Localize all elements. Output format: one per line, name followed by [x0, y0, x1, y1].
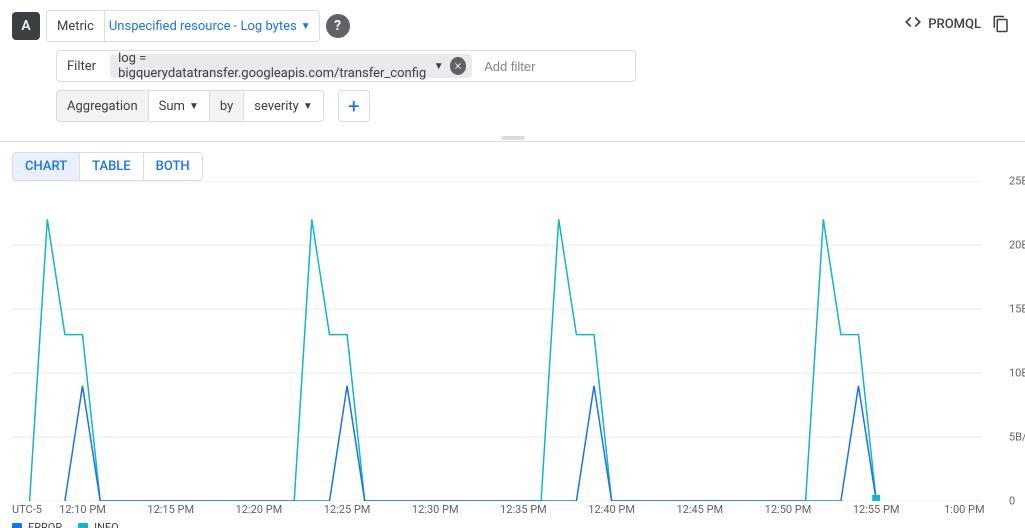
chart: 05B/s10B/s15B/s20B/s25B/s UTC-512:10 PM1… — [12, 181, 1013, 528]
y-tick: 0 — [1009, 495, 1015, 508]
x-tick: 12:45 PM — [676, 503, 723, 516]
legend-item-error[interactable]: ERROR — [12, 521, 62, 528]
view-tabs: CHART TABLE BOTH — [12, 152, 203, 181]
aggregation-selector: Aggregation Sum ▼ by severity ▼ — [56, 90, 324, 122]
x-tick: 12:20 PM — [236, 503, 283, 516]
x-tick: 12:55 PM — [853, 503, 900, 516]
aggregation-function-dropdown[interactable]: Sum ▼ — [148, 90, 209, 122]
chart-svg — [12, 181, 982, 501]
legend-label: ERROR — [28, 521, 62, 528]
filter-selector: Filter log = bigquerydatatransfer.google… — [56, 50, 636, 82]
promql-label: PROMQL — [928, 17, 981, 32]
x-tick: 12:25 PM — [324, 503, 371, 516]
promql-toggle[interactable]: PROMQL — [904, 13, 981, 35]
y-tick: 20B/s — [1009, 239, 1025, 252]
metric-value: Unspecified resource - Log bytes — [109, 19, 297, 34]
legend-swatch — [12, 523, 22, 528]
y-tick: 15B/s — [1009, 303, 1025, 316]
metric-value-dropdown[interactable]: Unspecified resource - Log bytes ▼ — [105, 11, 319, 41]
add-filter-input[interactable] — [476, 52, 668, 80]
chevron-down-icon: ▼ — [189, 101, 199, 112]
y-tick: 25B/s — [1009, 175, 1025, 188]
metric-label: Metric — [47, 19, 104, 34]
legend-swatch — [78, 523, 88, 528]
x-tick: 1:00 PM — [944, 503, 984, 516]
add-aggregation-button[interactable]: + — [338, 90, 370, 122]
filter-label: Filter — [57, 59, 106, 74]
x-tick: 12:50 PM — [765, 503, 812, 516]
legend-item-info[interactable]: INFO — [78, 521, 119, 528]
filter-chip-text: log = bigquerydatatransfer.googleapis.co… — [118, 51, 428, 81]
x-axis: UTC-5 12:10 PM 12:15 PM 12:20 PM 12:25 PM 12:… — [12, 503, 982, 523]
x-tick: 12:30 PM — [412, 503, 459, 516]
tab-chart[interactable]: CHART — [13, 153, 79, 180]
aggregation-by: by — [209, 90, 243, 122]
help-icon[interactable]: ? — [326, 14, 350, 38]
query-toolbar: PROMQL A Metric Unspecified resource - L… — [0, 0, 1025, 134]
legend: ERROR INFO — [12, 521, 119, 528]
resize-handle[interactable] — [0, 134, 1025, 141]
remove-filter-icon[interactable] — [450, 57, 466, 75]
metric-selector: Metric Unspecified resource - Log bytes … — [46, 10, 320, 42]
x-tick: 12:35 PM — [500, 503, 547, 516]
filter-chip[interactable]: log = bigquerydatatransfer.googleapis.co… — [110, 54, 472, 78]
timezone-label: UTC-5 — [12, 503, 42, 516]
aggregation-field: severity — [254, 99, 299, 114]
x-tick: 12:40 PM — [588, 503, 635, 516]
x-tick: 12:10 PM — [59, 503, 106, 516]
aggregation-function: Sum — [159, 99, 185, 114]
x-tick: 12:15 PM — [147, 503, 194, 516]
code-icon — [904, 13, 922, 35]
y-tick: 10B/s — [1009, 367, 1025, 380]
tab-both[interactable]: BOTH — [143, 153, 202, 180]
chevron-down-icon: ▼ — [434, 61, 444, 72]
copy-icon[interactable] — [989, 12, 1013, 36]
query-letter-chip[interactable]: A — [12, 12, 40, 40]
chevron-down-icon: ▼ — [303, 101, 313, 112]
y-tick: 5B/s — [1009, 431, 1025, 444]
divider — [0, 141, 1025, 142]
aggregation-field-dropdown[interactable]: severity ▼ — [243, 90, 324, 122]
y-axis: 05B/s10B/s15B/s20B/s25B/s — [1009, 181, 1025, 501]
tab-table[interactable]: TABLE — [79, 153, 143, 180]
chevron-down-icon: ▼ — [301, 21, 311, 32]
aggregation-label: Aggregation — [56, 90, 148, 122]
legend-label: INFO — [94, 521, 119, 528]
